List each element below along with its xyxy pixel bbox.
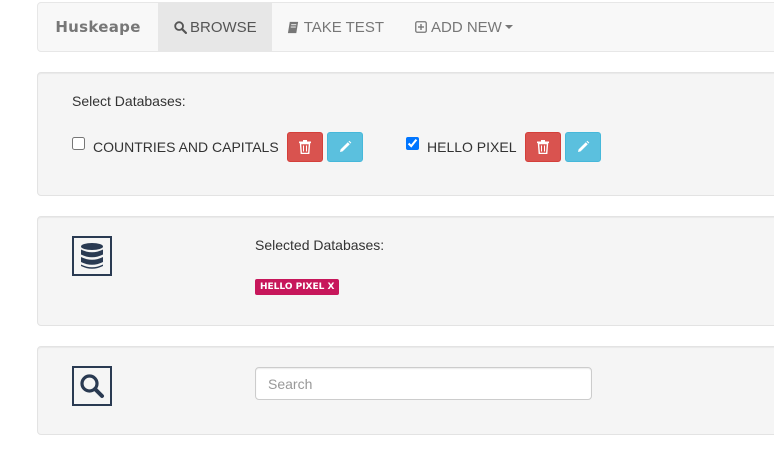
brand-logo[interactable]: Huskeape xyxy=(38,3,158,51)
plus-square-icon xyxy=(414,20,428,34)
db-name-countries: COUNTRIES AND CAPITALS xyxy=(93,139,279,155)
nav-browse-label: BROWSE xyxy=(190,18,257,36)
edit-db-button[interactable] xyxy=(326,132,363,162)
nav-add-new[interactable]: ADD NEW xyxy=(399,3,528,51)
selected-databases-heading: Selected Databases: xyxy=(255,237,385,253)
chevron-down-icon xyxy=(504,25,513,29)
trash-icon xyxy=(536,140,549,154)
navbar: Huskeape BROWSE TAKE TEST ADD NEW xyxy=(37,2,774,52)
db-entry-hello-pixel: HELLO PIXEL xyxy=(406,132,605,162)
nav-browse[interactable]: BROWSE xyxy=(158,3,272,51)
db-name-hello-pixel: HELLO PIXEL xyxy=(427,139,517,155)
db-checkbox-countries[interactable] xyxy=(72,136,85,150)
book-icon xyxy=(287,20,301,34)
search-icon xyxy=(72,366,112,406)
nav-take-test-label: TAKE TEST xyxy=(303,18,384,36)
search-input[interactable] xyxy=(255,367,592,400)
nav-take-test[interactable]: TAKE TEST xyxy=(272,3,399,51)
select-databases-heading: Select Databases: xyxy=(72,93,186,109)
delete-db-button[interactable] xyxy=(286,132,323,162)
database-icon xyxy=(72,236,112,276)
nav-add-new-label: ADD NEW xyxy=(430,18,502,36)
selected-databases-panel: Selected Databases: HELLO PIXEL X xyxy=(37,216,774,326)
pencil-icon xyxy=(339,140,351,152)
db-entry-countries: COUNTRIES AND CAPITALS xyxy=(72,132,367,162)
search-panel xyxy=(37,346,774,435)
search-icon xyxy=(173,20,187,34)
delete-db-button[interactable] xyxy=(524,132,561,162)
db-checkbox-hello-pixel[interactable] xyxy=(406,136,419,150)
pencil-icon xyxy=(577,140,589,152)
selected-db-badge[interactable]: HELLO PIXEL X xyxy=(255,279,340,295)
edit-db-button[interactable] xyxy=(564,132,601,162)
select-databases-panel: Select Databases: COUNTRIES AND CAPITALS… xyxy=(37,72,774,196)
trash-icon xyxy=(298,140,311,154)
